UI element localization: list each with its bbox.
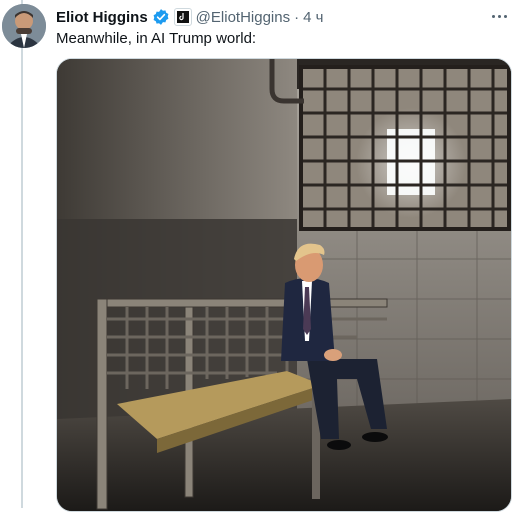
jail-cell-photo [57, 59, 511, 511]
affiliation-badge-icon[interactable] [173, 8, 192, 26]
author-name[interactable]: Eliot Higgins [56, 9, 148, 26]
avatar-image [2, 4, 46, 48]
thread-connector-line [21, 0, 23, 508]
more-dots-icon[interactable] [488, 6, 510, 26]
tweet-text: Meanwhile, in AI Trump world: [56, 30, 257, 47]
avatar[interactable] [2, 4, 46, 48]
author-handle[interactable]: @EliotHiggins [196, 9, 290, 26]
timestamp[interactable]: 4 ч [303, 9, 323, 26]
tweet-header: Eliot Higgins @EliotHiggins · 4 ч [56, 7, 504, 27]
tweet-media-photo[interactable] [56, 58, 512, 512]
meta-separator: · [294, 8, 300, 26]
verified-badge-icon[interactable] [152, 8, 170, 26]
